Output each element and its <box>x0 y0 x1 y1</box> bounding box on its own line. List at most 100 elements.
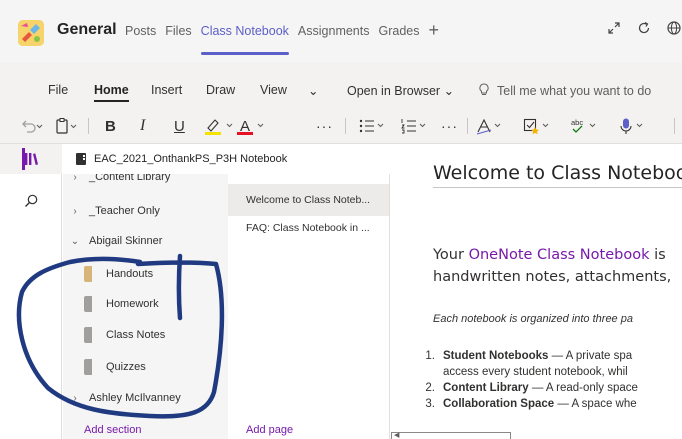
section-group-abigail-skinner[interactable]: ⌄ Abigail Skinner <box>63 229 228 253</box>
horizontal-scrollbar[interactable]: ◀ <box>391 432 511 439</box>
ribbon-tab-view[interactable]: View <box>260 83 287 97</box>
dictate-icon[interactable] <box>618 117 648 135</box>
ribbon-more-tabs[interactable]: ⌄ <box>308 83 318 98</box>
open-in-browser-button[interactable]: Open in Browser ⌄ <box>347 83 454 98</box>
intro-paragraph: Your OneNote Class Notebook is handwritt… <box>433 244 671 288</box>
font-color-button[interactable]: A <box>237 117 269 135</box>
list-item-term: Student Notebooks <box>443 350 549 362</box>
section-group-label: Abigail Skinner <box>89 235 163 247</box>
chevron-right-icon: › <box>73 392 77 404</box>
search-icon <box>25 194 38 207</box>
list-item: 1. Student Notebooks — A private spa <box>417 348 638 364</box>
tab-class-notebook[interactable]: Class Notebook <box>200 24 290 55</box>
section-label: Homework <box>106 298 159 310</box>
ribbon-tabs: File Home Insert Draw View ⌄ Open in Bro… <box>0 62 682 108</box>
paste-icon[interactable] <box>55 117 79 135</box>
section-group-content-library[interactable]: › _Content Library <box>63 174 228 185</box>
section-quizzes[interactable]: Quizzes <box>63 355 228 379</box>
chevron-down-icon <box>257 123 264 128</box>
section-color-tab <box>84 359 92 375</box>
notebooks-button[interactable] <box>0 144 62 174</box>
more-formatting-button[interactable]: ··· <box>316 117 333 135</box>
list-number: 2. <box>425 382 435 394</box>
section-color-tab <box>84 327 92 343</box>
section-group-label: Ashley McIlvanney <box>89 392 181 404</box>
tab-posts[interactable]: Posts <box>125 24 156 38</box>
toolbar-divider <box>88 118 89 134</box>
notebook-icon <box>76 153 86 165</box>
notebook-header[interactable]: EAC_2021_OnthankPS_P3H Notebook <box>63 144 390 174</box>
page-canvas[interactable]: Welcome to Class Noteboo Your OneNote Cl… <box>391 144 682 439</box>
tell-me-text: Tell me what you want to do <box>497 84 652 98</box>
ribbon-tab-home[interactable]: Home <box>94 83 129 102</box>
section-handouts[interactable]: Handouts <box>63 262 228 286</box>
list-item: 2. Content Library — A read-only space <box>417 380 638 396</box>
section-class-notes[interactable]: Class Notes <box>63 323 228 347</box>
chevron-right-icon: › <box>73 174 77 183</box>
intro-suffix: is <box>649 247 666 263</box>
list-item-text: — A read-only space <box>528 382 638 394</box>
pages-pane: Welcome to Class Noteb... FAQ: Class Not… <box>228 174 390 439</box>
add-page-button[interactable]: Add page <box>246 424 293 436</box>
underline-button[interactable]: U <box>174 117 185 135</box>
list-item-term: Content Library <box>443 382 529 394</box>
spelling-button[interactable]: abc <box>570 117 600 135</box>
toolbar-divider <box>345 118 346 134</box>
list-item-term: Collaboration Space <box>443 398 555 410</box>
notebook-title: EAC_2021_OnthankPS_P3H Notebook <box>94 153 288 165</box>
list-item-continuation: access every student notebook, whil <box>443 366 628 378</box>
toolbar-divider <box>467 118 468 134</box>
organization-note: Each notebook is organized into three pa <box>433 313 633 325</box>
add-tab-icon[interactable]: + <box>428 21 439 39</box>
onenote-class-notebook-link[interactable]: OneNote Class Notebook <box>469 247 650 263</box>
palette-icon <box>18 20 44 46</box>
tab-assignments[interactable]: Assignments <box>298 24 370 38</box>
team-logo[interactable] <box>18 20 44 46</box>
bold-button[interactable]: B <box>105 117 116 135</box>
ribbon-tab-draw[interactable]: Draw <box>206 83 235 97</box>
bullets-icon[interactable] <box>358 117 388 135</box>
chevron-right-icon: › <box>73 205 77 217</box>
styles-icon[interactable] <box>475 117 505 135</box>
tab-files[interactable]: Files <box>165 24 191 38</box>
list-item-text: — A private spa <box>548 350 633 362</box>
ribbon-tab-insert[interactable]: Insert <box>151 83 182 97</box>
notebook-rail <box>0 144 62 439</box>
ribbon-tab-file[interactable]: File <box>48 83 68 97</box>
expand-icon[interactable] <box>606 20 622 36</box>
refresh-icon[interactable] <box>636 20 652 36</box>
tag-icon[interactable] <box>523 117 553 135</box>
chevron-down-icon: ⌄ <box>70 235 80 247</box>
section-group-teacher-only[interactable]: › _Teacher Only <box>63 199 228 223</box>
section-group-ashley-mcilvanney[interactable]: › Ashley McIlvanney <box>63 386 228 410</box>
section-group-label: _Teacher Only <box>89 205 160 217</box>
undo-icon[interactable] <box>20 117 44 135</box>
search-button[interactable] <box>0 186 62 216</box>
ribbon-toolbar: B I U A ··· ··· abc <box>0 108 682 144</box>
notebooks-icon <box>25 153 38 165</box>
section-label: Class Notes <box>106 329 166 341</box>
highlight-icon[interactable] <box>203 117 237 135</box>
scroll-left-icon[interactable]: ◀ <box>394 431 399 439</box>
list-number: 1. <box>425 350 435 362</box>
numbering-icon[interactable] <box>400 117 430 135</box>
list-number: 3. <box>425 398 435 410</box>
italic-button[interactable]: I <box>140 117 145 135</box>
tab-grades[interactable]: Grades <box>378 24 419 38</box>
add-section-button[interactable]: Add section <box>84 424 141 436</box>
section-homework[interactable]: Homework <box>63 292 228 316</box>
channel-title: General <box>57 21 117 38</box>
section-label: Quizzes <box>106 361 146 373</box>
page-item-faq[interactable]: FAQ: Class Notebook in ... <box>228 212 389 244</box>
intro-line-2: handwritten notes, attachments, <box>433 269 672 285</box>
sections-pane: › _Content Library › _Teacher Only ⌄ Abi… <box>63 174 228 439</box>
section-color-tab <box>84 266 92 282</box>
list-item: 3. Collaboration Space — A space whe <box>417 396 638 412</box>
globe-icon[interactable] <box>666 20 682 36</box>
tell-me-search[interactable]: Tell me what you want to do <box>478 83 651 98</box>
toolbar-divider <box>674 118 675 134</box>
more-paragraph-button[interactable]: ··· <box>441 117 458 135</box>
lightbulb-icon <box>479 83 489 95</box>
intro-prefix: Your <box>433 247 469 263</box>
section-color-tab <box>84 296 92 312</box>
